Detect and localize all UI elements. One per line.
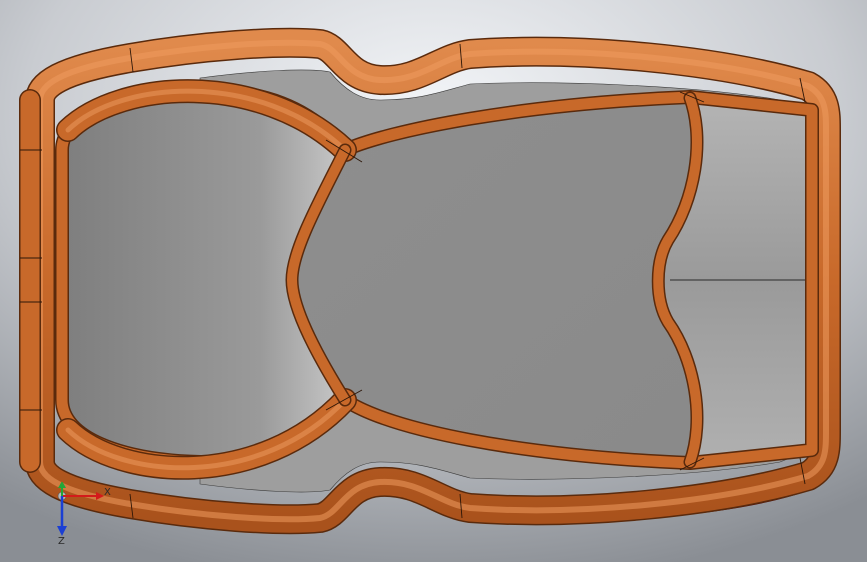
orientation-triad[interactable]: X Z (44, 482, 114, 552)
triad-x-label: X (104, 487, 111, 498)
triad-z-label: Z (58, 536, 65, 547)
triad-x-axis (62, 492, 104, 500)
seat-model-render[interactable] (0, 0, 867, 562)
triad-z-axis (57, 496, 67, 536)
cad-graphics-viewport[interactable]: X Z (0, 0, 867, 562)
